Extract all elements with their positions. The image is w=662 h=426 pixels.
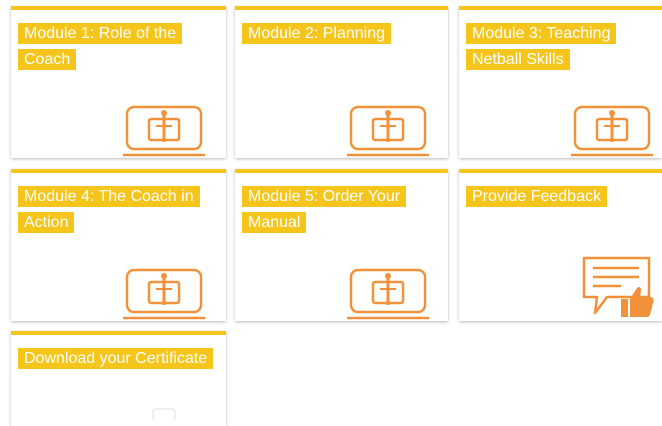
tile-download-certificate[interactable]: Download your Certificate [11, 331, 226, 426]
module-book-icon [571, 104, 653, 160]
tile-title: Module 3: Teaching Netball Skills [466, 21, 662, 73]
module-book-icon [347, 104, 429, 160]
tile-title: Module 2: Planning [242, 21, 391, 47]
tile-title: Download your Certificate [18, 346, 214, 372]
tile-module-1[interactable]: Module 1: Role of the Coach [11, 6, 226, 158]
tile-title: Provide Feedback [466, 184, 607, 210]
module-book-icon [123, 104, 205, 160]
certificate-icon [149, 407, 179, 419]
module-book-icon [123, 267, 205, 323]
tile-title: Module 4: The Coach in Action [18, 184, 226, 236]
tile-module-5[interactable]: Module 5: Order Your Manual [235, 169, 448, 321]
tile-module-4[interactable]: Module 4: The Coach in Action [11, 169, 226, 321]
module-book-icon [347, 267, 429, 323]
feedback-thumbs-up-icon [581, 255, 657, 319]
tile-title: Module 1: Role of the Coach [18, 21, 226, 73]
tile-provide-feedback[interactable]: Provide Feedback [459, 169, 662, 321]
tile-title: Module 5: Order Your Manual [242, 184, 448, 236]
tile-module-2[interactable]: Module 2: Planning [235, 6, 448, 158]
tile-module-3[interactable]: Module 3: Teaching Netball Skills [459, 6, 662, 158]
